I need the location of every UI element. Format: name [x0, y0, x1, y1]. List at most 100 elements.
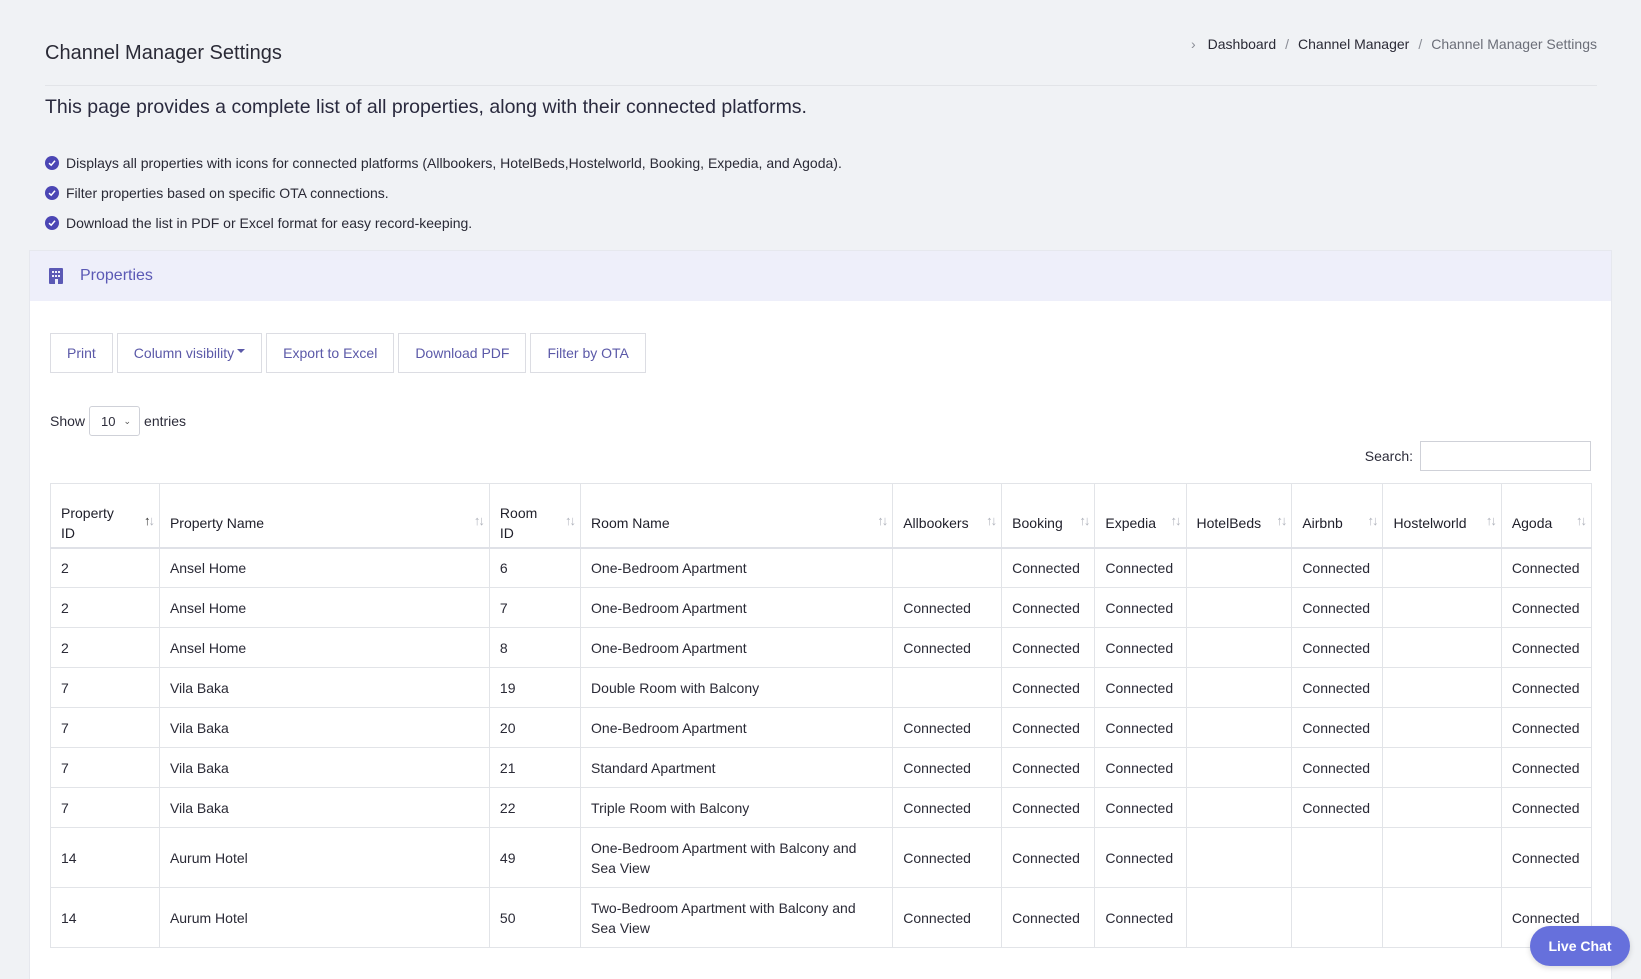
sort-icon: ↑↓	[565, 513, 576, 528]
table-cell: Connected	[1001, 667, 1096, 708]
table-row: 2 Ansel Home 8 One-Bedroom Apartment Connect…	[50, 627, 1593, 668]
table-cell: 7	[50, 747, 160, 788]
table-cell: 8	[488, 627, 582, 668]
column-header[interactable]: Property Name ↑↓	[158, 483, 490, 549]
chevron-right-icon: ›	[1190, 36, 1196, 52]
table-cell: Connected	[1001, 707, 1096, 748]
download-pdf-button[interactable]: Download PDF	[398, 333, 527, 373]
table-cell: 2	[50, 587, 160, 628]
entries-length: Show 10 ⌄ entries	[50, 406, 186, 436]
column-header-label: Allbookers	[903, 515, 969, 532]
page-title: Channel Manager Settings	[45, 42, 282, 64]
table-cell: Vila Baka	[158, 787, 490, 828]
column-header[interactable]: Room ID ↑↓	[488, 483, 582, 549]
table-cell: One-Bedroom Apartment with Balcony and S…	[580, 827, 894, 888]
table-cell: 7	[50, 707, 160, 748]
column-header-label: Expedia	[1105, 515, 1156, 532]
breadcrumb-dashboard[interactable]: Dashboard	[1208, 36, 1277, 52]
table-cell: Connected	[1001, 787, 1096, 828]
column-header[interactable]: Hostelworld ↑↓	[1382, 483, 1502, 549]
print-button[interactable]: Print	[50, 333, 113, 373]
breadcrumb-separator: /	[1418, 36, 1423, 52]
sort-icon: ↑↓	[1367, 513, 1378, 528]
column-header-label: Booking	[1012, 515, 1063, 532]
table-cell: Ansel Home	[158, 547, 490, 588]
column-header-label: Property ID	[61, 505, 114, 542]
table-cell: Connected	[1500, 587, 1593, 628]
table-cell: 14	[50, 887, 160, 948]
table-cell: Connected	[1291, 627, 1384, 668]
table-cell: Connected	[1001, 747, 1096, 788]
table-cell: Connected	[1094, 887, 1187, 948]
table-cell: Connected	[1001, 827, 1096, 888]
column-header[interactable]: Allbookers ↑↓	[892, 483, 1003, 549]
column-header[interactable]: Expedia ↑↓	[1094, 483, 1187, 549]
table-cell: Connected	[1500, 707, 1593, 748]
table-cell: Connected	[1291, 707, 1384, 748]
table-cell: Connected	[1291, 547, 1384, 588]
filter-ota-button[interactable]: Filter by OTA	[530, 333, 646, 373]
table-cell: Connected	[1291, 787, 1384, 828]
building-icon	[49, 268, 63, 284]
table-cell: Connected	[892, 587, 1003, 628]
table-cell: 22	[488, 787, 582, 828]
table-cell: 7	[50, 667, 160, 708]
show-label: Show	[50, 413, 86, 429]
properties-table: Property ID ↑↓ Property Name ↑↓ Room ID ↑↓ …	[50, 483, 1593, 948]
export-excel-button[interactable]: Export to Excel	[266, 333, 395, 373]
live-chat-button[interactable]: Live Chat	[1530, 926, 1630, 966]
table-header-row: Property ID ↑↓ Property Name ↑↓ Room ID ↑↓ …	[50, 483, 1593, 549]
table-cell	[1185, 787, 1293, 828]
table-cell: Connected	[1001, 547, 1096, 588]
column-header-label: Room ID	[499, 505, 538, 542]
sort-icon: ↑↓	[1170, 513, 1182, 528]
check-circle-icon	[45, 186, 59, 200]
table-cell: One-Bedroom Apartment	[580, 547, 894, 588]
table-cell: Connected	[1094, 667, 1187, 708]
table-cell: Connected	[892, 827, 1003, 888]
table-row: 7 Vila Baka 21 Standard Apartment Connected C…	[50, 747, 1593, 788]
table-cell: Connected	[1094, 547, 1187, 588]
column-visibility-button[interactable]: Column visibility	[116, 333, 263, 373]
table-cell: 14	[50, 827, 160, 888]
table-cell: Connected	[892, 707, 1003, 748]
table-cell: One-Bedroom Apartment	[580, 587, 894, 628]
table-cell: 19	[488, 667, 582, 708]
table-cell: 2	[50, 627, 160, 668]
entries-label: entries	[144, 413, 187, 429]
column-visibility-label: Column visibility	[133, 345, 235, 361]
page-header: Channel Manager Settings › Dashboard / C…	[45, 28, 1597, 86]
column-header[interactable]: Property ID ↑↓	[50, 483, 160, 549]
table-body: 2 Ansel Home 6 One-Bedroom Apartment Connect…	[50, 547, 1593, 948]
column-header[interactable]: Airbnb ↑↓	[1291, 483, 1384, 549]
table-cell: Connected	[1094, 747, 1187, 788]
breadcrumb-channel-manager[interactable]: Channel Manager	[1298, 36, 1409, 52]
table-cell: Connected	[892, 887, 1003, 948]
table-cell	[1382, 887, 1502, 948]
table-cell: Vila Baka	[158, 747, 490, 788]
table-cell: Aurum Hotel	[158, 887, 490, 948]
feature-item: Displays all properties with icons for c…	[45, 148, 842, 178]
table-cell	[892, 667, 1003, 708]
table-cell: Connected	[1094, 707, 1187, 748]
table-cell: Connected	[1094, 627, 1187, 668]
table-cell	[1185, 667, 1293, 708]
table-cell: Connected	[892, 787, 1003, 828]
table-cell	[892, 547, 1003, 588]
column-header[interactable]: Agoda ↑↓	[1500, 483, 1593, 549]
column-header[interactable]: Room Name ↑↓	[580, 483, 894, 549]
table-cell: Two-Bedroom Apartment with Balcony and S…	[580, 887, 894, 948]
table-cell: Aurum Hotel	[158, 827, 490, 888]
table-cell	[1291, 887, 1384, 948]
search-input[interactable]	[1420, 441, 1591, 471]
sort-ascending-icon: ↑↓	[143, 513, 155, 528]
sort-icon: ↑↓	[1276, 513, 1287, 528]
table-cell: 2	[50, 547, 160, 588]
entries-select[interactable]: 10 ⌄	[89, 406, 141, 436]
column-header[interactable]: Booking ↑↓	[1001, 483, 1096, 549]
table-cell	[1185, 627, 1293, 668]
table-row: 14 Aurum Hotel 50 Two-Bedroom Apartment wit…	[50, 887, 1593, 948]
search-label: Search:	[1364, 448, 1413, 464]
table-cell: Vila Baka	[158, 707, 490, 748]
column-header[interactable]: HotelBeds ↑↓	[1185, 483, 1293, 549]
